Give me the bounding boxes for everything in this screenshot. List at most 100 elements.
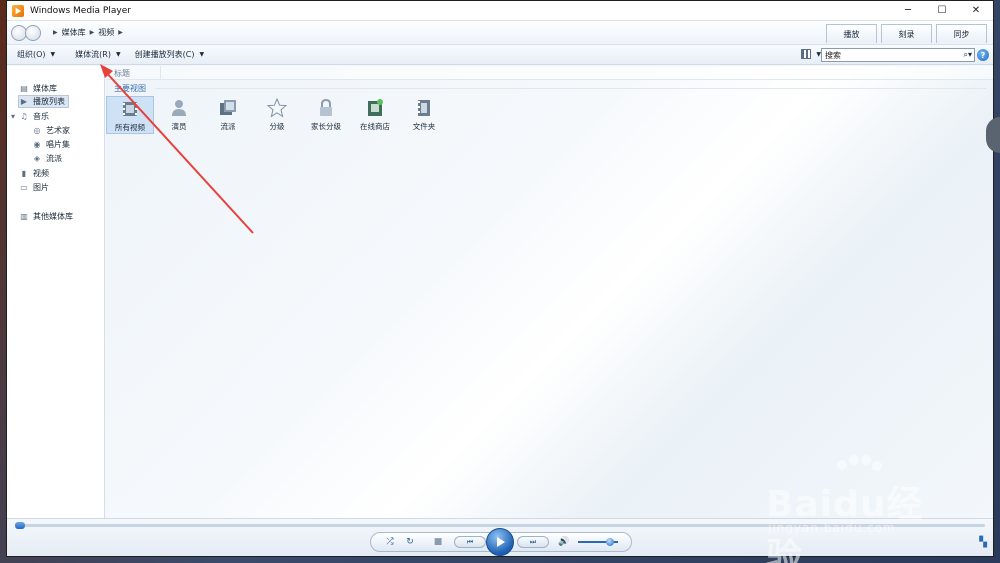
sidebar-item-label: 图片 xyxy=(33,183,49,192)
stream-menu[interactable]: 媒体流(R) ▼ xyxy=(71,49,124,60)
actor-icon xyxy=(169,98,189,118)
music-icon: ♫ xyxy=(20,112,28,121)
repeat-icon[interactable]: ↻ xyxy=(403,535,417,549)
sidebar-item-other-libraries[interactable]: ▥ 其他媒体库 xyxy=(19,210,73,223)
sidebar-item-label: 唱片集 xyxy=(46,140,70,149)
view-options-button[interactable]: ▼ xyxy=(801,49,821,59)
breadcrumb-chevron-icon: ▶ xyxy=(89,29,95,36)
close-button[interactable]: ✕ xyxy=(959,1,993,20)
wmp-app-icon xyxy=(12,4,24,17)
all-videos-icon xyxy=(120,99,140,119)
sidebar-item-artists[interactable]: ◎ 艺术家 xyxy=(32,124,71,137)
tab-play[interactable]: 播放 xyxy=(826,24,877,43)
column-divider[interactable] xyxy=(160,66,161,80)
forward-button[interactable] xyxy=(25,24,41,41)
breadcrumb-video[interactable]: 视频 xyxy=(98,27,114,38)
sidebar-item-music[interactable]: ▾ ♫ 音乐 xyxy=(9,110,49,123)
folder-icon xyxy=(414,98,434,118)
sidebar-item-playlists[interactable]: ▶ 播放列表 xyxy=(18,95,69,108)
switch-to-now-playing-icon[interactable]: ▚ xyxy=(979,537,987,548)
parental-rating-icon xyxy=(316,98,336,118)
maximize-button[interactable]: ☐ xyxy=(925,1,959,20)
tile-parental-rating[interactable]: 家长分级 xyxy=(302,96,350,134)
sidebar-item-pictures[interactable]: ▭ 图片 xyxy=(19,181,49,194)
tile-label: 所有视频 xyxy=(115,123,145,132)
column-header-title[interactable]: 标题 xyxy=(114,68,130,79)
sidebar-item-albums[interactable]: ◉ 唱片集 xyxy=(32,138,71,151)
sidebar-item-label: 音乐 xyxy=(33,112,49,121)
video-icon: ▮ xyxy=(21,169,27,178)
tile-all-videos[interactable]: 所有视频 xyxy=(106,96,154,134)
window-title: Windows Media Player xyxy=(30,5,131,16)
caret-down-icon: ▼ xyxy=(50,51,56,58)
create-playlist-menu[interactable]: 创建播放列表(C) ▼ xyxy=(131,49,208,60)
breadcrumb-chevron-icon[interactable]: ▶ xyxy=(118,29,123,36)
search-box: ⌕▾ xyxy=(821,48,975,62)
tile-online-store[interactable]: 在线商店 xyxy=(351,96,399,134)
tile-folders[interactable]: 文件夹 xyxy=(400,96,448,134)
search-input[interactable] xyxy=(822,50,942,60)
genre-icon: ◈ xyxy=(33,154,41,163)
sidebar-item-label: 播放列表 xyxy=(33,97,65,106)
sidebar-item-label: 流派 xyxy=(46,154,62,163)
tile-genres[interactable]: 流派 xyxy=(204,96,252,134)
search-icon[interactable]: ⌕▾ xyxy=(964,50,973,60)
tile-label: 在线商店 xyxy=(360,122,390,131)
shuffle-icon[interactable]: ⤮ xyxy=(383,535,397,549)
stream-label: 媒体流(R) xyxy=(75,50,111,59)
play-button[interactable] xyxy=(486,528,514,556)
tile-label: 分级 xyxy=(269,122,285,131)
transport-controls: ⤮ ↻ ■ ⏮ ⏭ 🔊 xyxy=(370,528,632,556)
screen-edge-widget xyxy=(986,117,1000,153)
tile-rating[interactable]: 分级 xyxy=(253,96,301,134)
previous-button[interactable]: ⏮ xyxy=(454,536,486,548)
watermark-url: jingyan.baidu.com xyxy=(768,521,896,535)
group-divider xyxy=(156,88,986,89)
breadcrumb: ▶ 媒体库 ▶ 视频 ▶ xyxy=(49,27,127,38)
navigation-pane: ▤ 媒体库 ▶ 播放列表 ▾ ♫ 音乐 ◎ 艺术家 ◉ 唱片集 ◈ 流派 ▮ 视… xyxy=(7,66,105,518)
caret-down-icon: ▼ xyxy=(199,51,205,58)
other-libraries-icon: ▥ xyxy=(20,212,28,221)
genre-icon xyxy=(218,98,238,118)
artist-icon: ◎ xyxy=(33,126,41,135)
expand-chevron-icon[interactable]: ▾ xyxy=(9,112,17,122)
sidebar-item-label: 其他媒体库 xyxy=(33,212,73,221)
create-playlist-label: 创建播放列表(C) xyxy=(134,50,195,59)
group-header: 主要视图 xyxy=(114,84,146,93)
organize-menu[interactable]: 组织(O) ▼ xyxy=(13,49,59,60)
title-bar: Windows Media Player ─ ☐ ✕ xyxy=(7,1,993,21)
online-store-icon xyxy=(365,98,385,118)
volume-thumb[interactable] xyxy=(606,538,614,546)
sidebar-item-label: 视频 xyxy=(33,169,49,178)
watermark-text: Baidu经验 xyxy=(766,484,924,563)
picture-icon: ▭ xyxy=(20,183,28,192)
sidebar-item-label: 媒体库 xyxy=(33,84,57,93)
sidebar-item-label: 艺术家 xyxy=(46,126,70,135)
tab-sync[interactable]: 同步 xyxy=(936,24,987,43)
minimize-button[interactable]: ─ xyxy=(891,1,925,20)
tab-burn[interactable]: 刻录 xyxy=(881,24,932,43)
breadcrumb-chevron-icon: ▶ xyxy=(53,29,58,36)
sidebar-item-videos[interactable]: ▮ 视频 xyxy=(19,167,49,180)
rating-star-icon xyxy=(267,98,287,118)
album-icon: ◉ xyxy=(33,140,41,149)
help-button[interactable]: ? xyxy=(977,49,989,61)
baidu-watermark: Baidu经验 jingyan.baidu.com xyxy=(766,455,946,563)
sidebar-item-library[interactable]: ▤ 媒体库 xyxy=(19,82,57,95)
tile-label: 流派 xyxy=(220,122,236,131)
sidebar-item-genres[interactable]: ◈ 流派 xyxy=(32,152,62,165)
view-options-icon xyxy=(801,49,812,59)
library-icon: ▤ xyxy=(20,84,28,93)
play-icon xyxy=(497,537,505,547)
breadcrumb-library[interactable]: 媒体库 xyxy=(62,27,86,38)
toolbar: 组织(O) ▼ 媒体流(R) ▼ 创建播放列表(C) ▼ ▼ ⌕▾ ? xyxy=(7,45,993,65)
tile-label: 文件夹 xyxy=(412,122,436,131)
column-header-row: 标题 xyxy=(106,66,993,80)
tile-label: 家长分级 xyxy=(311,122,341,131)
stop-icon[interactable]: ■ xyxy=(431,535,445,549)
volume-speaker-icon[interactable]: 🔊 xyxy=(557,535,571,549)
tile-actors[interactable]: 演员 xyxy=(155,96,203,134)
next-button[interactable]: ⏭ xyxy=(517,536,549,548)
details-pane: 标题 主要视图 所有视频 演员 流派 分级 家长分级 在线商店 文件夹 xyxy=(106,66,993,518)
seek-thumb[interactable] xyxy=(15,522,25,529)
